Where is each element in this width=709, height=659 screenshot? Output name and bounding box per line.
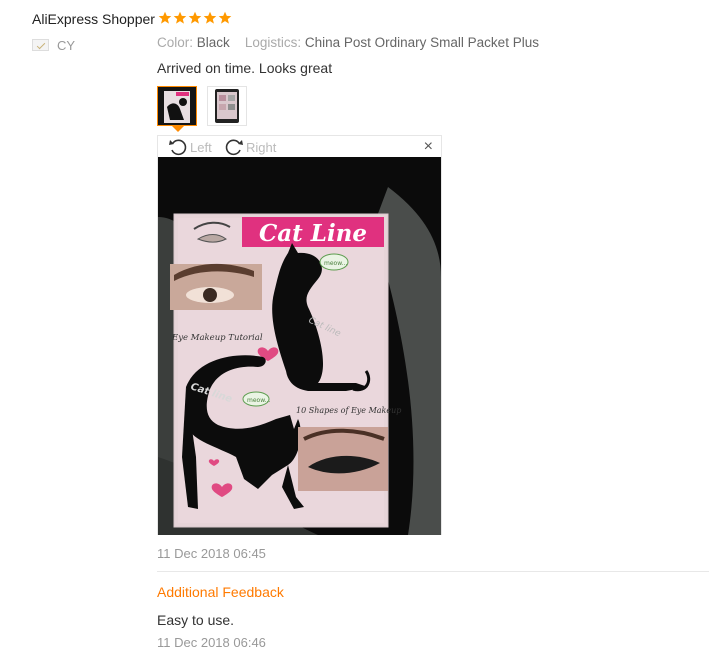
order-attributes: Color: Black Logistics: China Post Ordin… <box>157 35 539 50</box>
meow-bubble-bottom: meow... <box>247 397 270 404</box>
rotate-left-label: Left <box>190 139 212 155</box>
country-flag-icon <box>32 39 49 51</box>
rotate-right-button[interactable]: Right <box>224 137 276 157</box>
thumbnail-pointer <box>172 126 184 132</box>
rotate-left-icon <box>169 139 187 156</box>
star-icon <box>188 11 202 24</box>
thumbnail-image <box>208 87 246 125</box>
star-rating <box>158 11 232 25</box>
viewer-toolbar: Left Right × <box>158 136 441 158</box>
photo-thumbnail-1[interactable] <box>157 86 197 126</box>
photo-thumbnail-2[interactable] <box>207 86 247 126</box>
rotate-right-label: Right <box>246 139 277 155</box>
caption-right: 10 Shapes of Eye Makeup <box>296 406 401 415</box>
rotate-left-button[interactable]: Left <box>168 137 212 157</box>
banner-text: Cat Line <box>259 220 367 247</box>
close-icon[interactable]: × <box>424 139 433 155</box>
review-text: Arrived on time. Looks great <box>157 60 333 76</box>
reviewer-name: AliExpress Shopper <box>32 11 155 27</box>
thumbnail-image <box>158 87 196 125</box>
meow-bubble-top: meow... <box>324 260 347 267</box>
logistics-key: Logistics: <box>244 35 302 50</box>
review-date: 11 Dec 2018 06:45 <box>157 546 266 561</box>
color-value: Black <box>196 35 230 50</box>
image-viewer: Left Right × Cat Line Eye Makeup Tutoria… <box>157 135 442 535</box>
additional-feedback-text: Easy to use. <box>157 612 235 628</box>
additional-feedback-date: 11 Dec 2018 06:46 <box>157 635 266 650</box>
caption-left: Eye Makeup Tutorial <box>171 333 263 343</box>
logistics-value: China Post Ordinary Small Packet Plus <box>304 35 539 50</box>
divider <box>157 571 709 572</box>
star-icon <box>218 11 232 24</box>
rotate-right-icon <box>225 139 243 156</box>
color-key: Color: <box>157 35 194 50</box>
review-photo: Cat Line Eye Makeup Tutorial Cat line me… <box>158 157 441 535</box>
additional-feedback-title: Additional Feedback <box>157 584 284 600</box>
reviewer-country: CY <box>57 38 76 53</box>
star-icon <box>158 11 172 24</box>
star-icon <box>173 11 187 24</box>
star-icon <box>203 11 217 24</box>
